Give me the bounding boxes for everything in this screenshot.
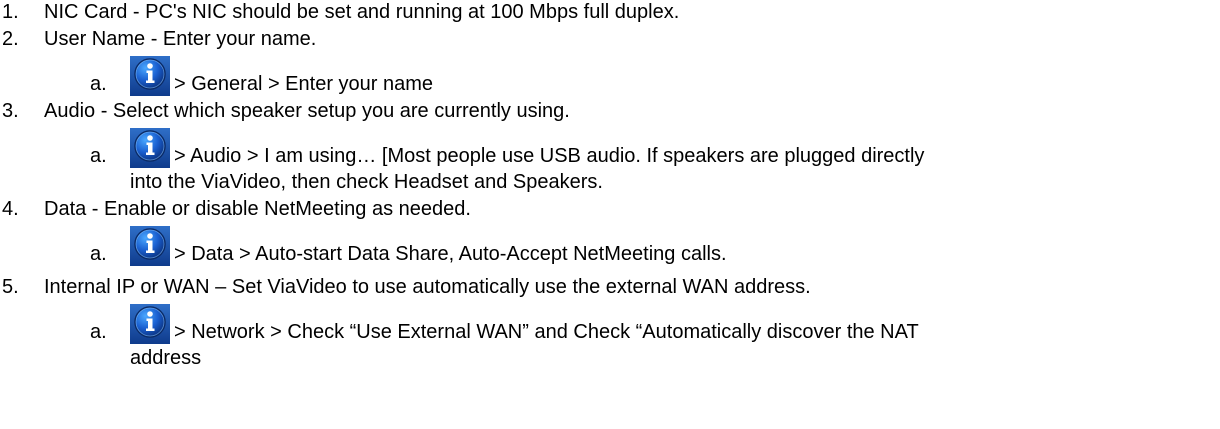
list-number: 3. <box>2 100 19 122</box>
instruction-list: 1. NIC Card - PC's NIC should be set and… <box>0 0 1220 429</box>
info-icon <box>130 226 170 266</box>
sub-item-text: > General > Enter your name <box>174 73 434 95</box>
list-number: 1. <box>2 1 19 23</box>
list-item-text: Audio - Select which speaker setup you a… <box>44 100 570 122</box>
list-number: 5. <box>2 276 19 298</box>
list-item-4: 4. Data - Enable or disable NetMeeting a… <box>0 197 1220 221</box>
sub-item: a. > Audio > I am using… [Most people us… <box>0 128 1220 168</box>
sub-item-letter: a. <box>90 243 107 265</box>
sub-item-letter: a. <box>90 145 107 167</box>
list-item-2: 2. User Name - Enter your name. <box>0 27 1220 51</box>
info-icon <box>130 128 170 168</box>
sub-item-continuation: address <box>130 347 202 369</box>
list-item-text: Internal IP or WAN – Set ViaVideo to use… <box>44 276 811 298</box>
list-number: 4. <box>2 198 19 220</box>
sub-item-continuation: into the ViaVideo, then check Headset an… <box>130 171 603 193</box>
sub-item-text: > Data > Auto-start Data Share, Auto-Acc… <box>174 243 727 265</box>
list-item-1: 1. NIC Card - PC's NIC should be set and… <box>0 0 1220 24</box>
list-item-text: User Name - Enter your name. <box>44 28 317 50</box>
list-item-text: Data - Enable or disable NetMeeting as n… <box>44 198 471 220</box>
list-item-3: 3. Audio - Select which speaker setup yo… <box>0 99 1220 123</box>
info-icon <box>130 56 170 96</box>
sub-item: a. > Data > Auto-start Data Share, Auto-… <box>0 226 1220 266</box>
sub-item-text: > Network > Check “Use External WAN” and… <box>174 321 919 343</box>
sub-item-letter: a. <box>90 73 107 95</box>
list-number: 2. <box>2 28 19 50</box>
list-item-text: NIC Card - PC's NIC should be set and ru… <box>44 1 680 23</box>
info-icon <box>130 304 170 344</box>
sub-item-text: > Audio > I am using… [Most people use U… <box>174 145 925 167</box>
sub-item-letter: a. <box>90 321 107 343</box>
sub-item: a. > General > Enter your name <box>0 56 1220 96</box>
sub-item: a. > Network > Check “Use External WAN” … <box>0 304 1220 344</box>
list-item-5: 5. Internal IP or WAN – Set ViaVideo to … <box>0 275 1220 299</box>
